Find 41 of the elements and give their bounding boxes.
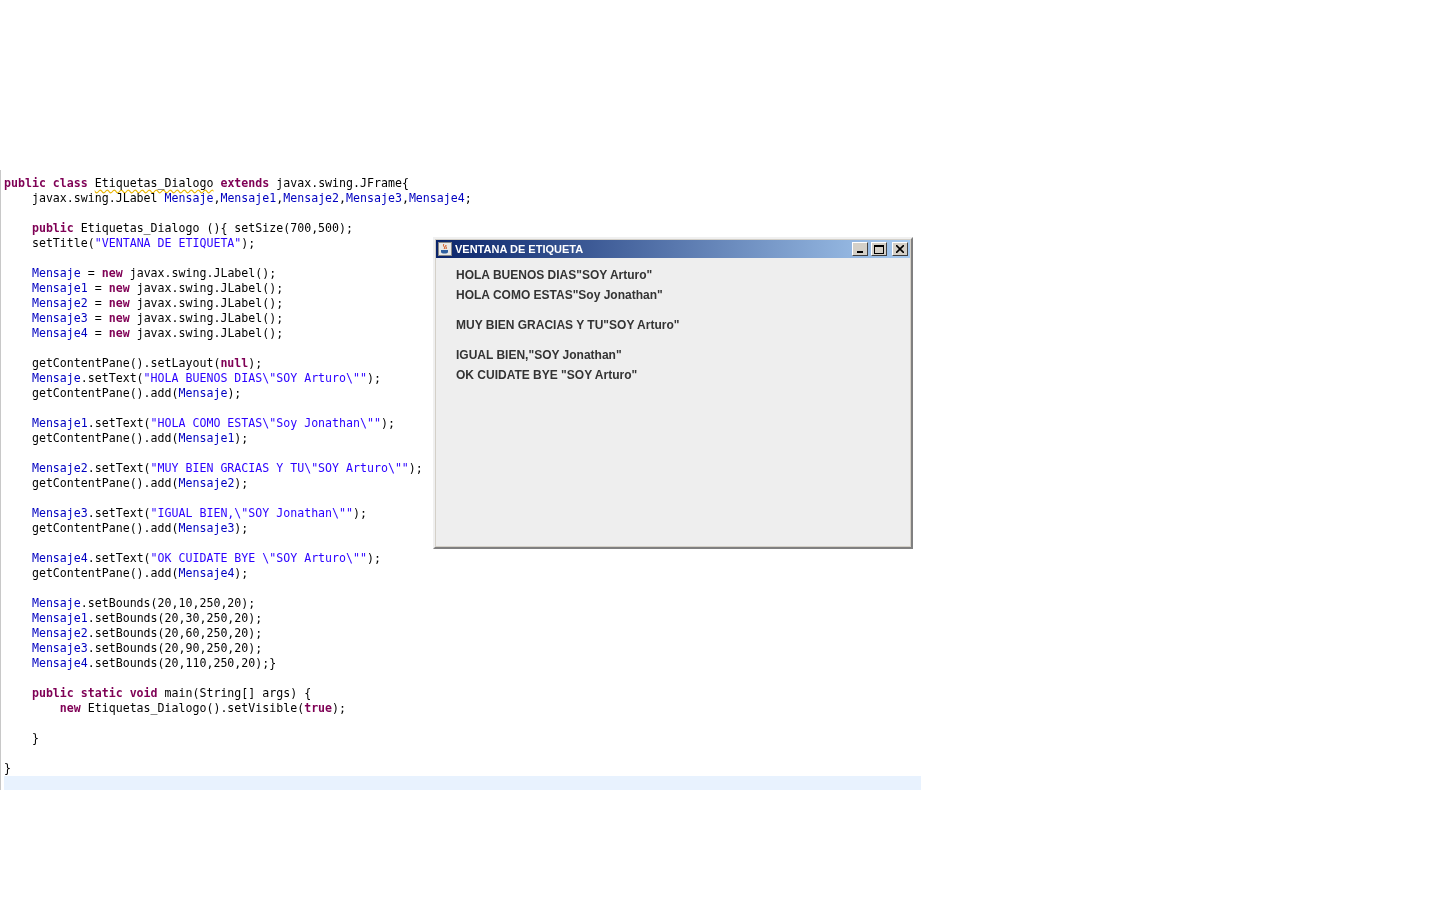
- window-title: VENTANA DE ETIQUETA: [455, 243, 585, 255]
- code-line: Mensaje4 = new javax.swing.JLabel();: [30, 326, 284, 341]
- code-line: public Etiquetas_Dialogo (){ setSize(700,500);: [30, 221, 353, 236]
- maximize-button[interactable]: [871, 242, 887, 256]
- code-line: Mensaje.setText("HOLA BUENOS DIAS\"SOY Arturo\"");: [30, 371, 381, 386]
- code-line: Mensaje4.setBounds(20,110,250,20);}: [30, 656, 277, 671]
- message-label: HOLA BUENOS DIAS"SOY Arturo": [456, 268, 653, 284]
- code-line: setTitle("VENTANA DE ETIQUETA");: [30, 236, 256, 251]
- code-line: getContentPane().setLayout(null);: [30, 356, 263, 371]
- code-line: getContentPane().add(Mensaje3);: [30, 521, 249, 536]
- cup-icon: [438, 242, 452, 256]
- close-icon: [896, 245, 904, 253]
- code-line: getContentPane().add(Mensaje);: [30, 386, 242, 401]
- code-line: Mensaje3 = new javax.swing.JLabel();: [30, 311, 284, 326]
- code-line: }: [30, 731, 39, 746]
- code-line: public class Etiquetas_Dialogo extends javax.swing.JFrame{: [3, 176, 409, 191]
- code-line: public static void main(String[] args) {: [30, 686, 312, 701]
- message-label: HOLA COMO ESTAS"Soy Jonathan": [456, 288, 663, 304]
- code-line: getContentPane().add(Mensaje1);: [30, 431, 249, 446]
- message-label: OK CUIDATE BYE "SOY Arturo": [456, 368, 638, 384]
- message-label: MUY BIEN GRACIAS Y TU"SOY Arturo": [456, 318, 680, 334]
- code-line: Mensaje3.setBounds(20,90,250,20);: [30, 641, 263, 656]
- code-line: Mensaje1.setBounds(20,30,250,20);: [30, 611, 263, 626]
- code-line: Mensaje2 = new javax.swing.JLabel();: [30, 296, 284, 311]
- code-line: Mensaje2.setText("MUY BIEN GRACIAS Y TU\"SOY Arturo\"");: [30, 461, 423, 476]
- code-line: Mensaje.setBounds(20,10,250,20);: [30, 596, 256, 611]
- code-line: Mensaje4.setText("OK CUIDATE BYE \"SOY Arturo\"");: [30, 551, 381, 566]
- close-button[interactable]: [892, 242, 908, 256]
- maximize-icon: [874, 244, 884, 254]
- code-line: new Etiquetas_Dialogo().setVisible(true);: [58, 701, 347, 716]
- code-line: Mensaje1 = new javax.swing.JLabel();: [30, 281, 284, 296]
- message-label: IGUAL BIEN,"SOY Jonathan": [456, 348, 622, 364]
- code-line: Mensaje1.setText("HOLA COMO ESTAS\"Soy Jonathan\"");: [30, 416, 395, 431]
- code-line: getContentPane().add(Mensaje2);: [30, 476, 249, 491]
- code-line: Mensaje = new javax.swing.JLabel();: [30, 266, 277, 281]
- code-line: Mensaje3.setText("IGUAL BIEN,\"SOY Jonathan\"");: [30, 506, 367, 521]
- code-line: javax.swing.JLabel Mensaje,Mensaje1,Mensaje2,Mensaje3,Mensaje4;: [30, 191, 472, 206]
- code-line: getContentPane().add(Mensaje4);: [30, 566, 249, 581]
- code-line: Mensaje2.setBounds(20,60,250,20);: [30, 626, 263, 641]
- minimize-button[interactable]: [852, 242, 868, 256]
- code-line: }: [3, 761, 11, 776]
